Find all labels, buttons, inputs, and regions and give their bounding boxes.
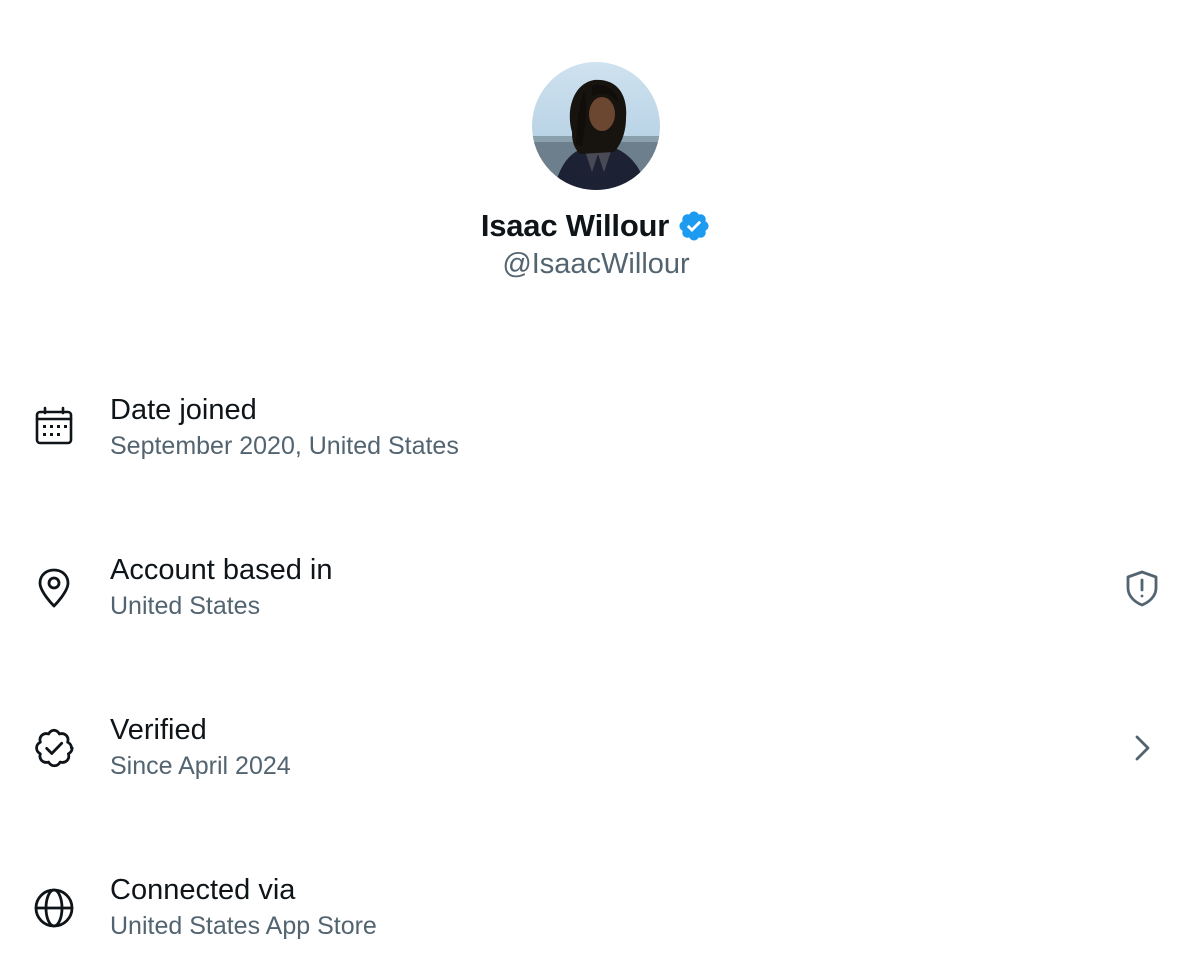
location-pin-icon [32,566,76,610]
date-joined-title: Date joined [110,394,257,426]
connected-via-row: Connected via United States App Store [0,872,1192,952]
date-joined-row: Date joined September 2020, United State… [0,392,1192,472]
date-joined-value: September 2020, United States [110,432,459,460]
shield-alert-icon[interactable] [1122,568,1162,608]
account-based-in-value: United States [110,592,261,620]
avatar-image [532,62,660,190]
verified-badge-icon [677,209,711,243]
verified-row[interactable]: Verified Since April 2024 [0,712,1192,792]
verified-title: Verified [110,714,207,746]
calendar-icon [32,404,76,448]
name-row: Isaac Willour [0,204,1192,248]
account-based-in-row: Account based in United States [0,552,1192,632]
verified-badge-outline-icon [32,726,76,770]
chevron-right-icon[interactable] [1124,730,1164,770]
connected-via-value: United States App Store [110,912,377,940]
account-based-in-title: Account based in [110,554,333,586]
display-name: Isaac Willour [480,208,670,243]
connected-via-title: Connected via [110,874,296,906]
profile-header: Isaac Willour @IsaacWillour [0,0,1192,300]
verified-value: Since April 2024 [110,752,291,780]
avatar[interactable] [532,62,660,190]
globe-icon [32,886,76,930]
profile-handle: @IsaacWillour [502,248,690,280]
